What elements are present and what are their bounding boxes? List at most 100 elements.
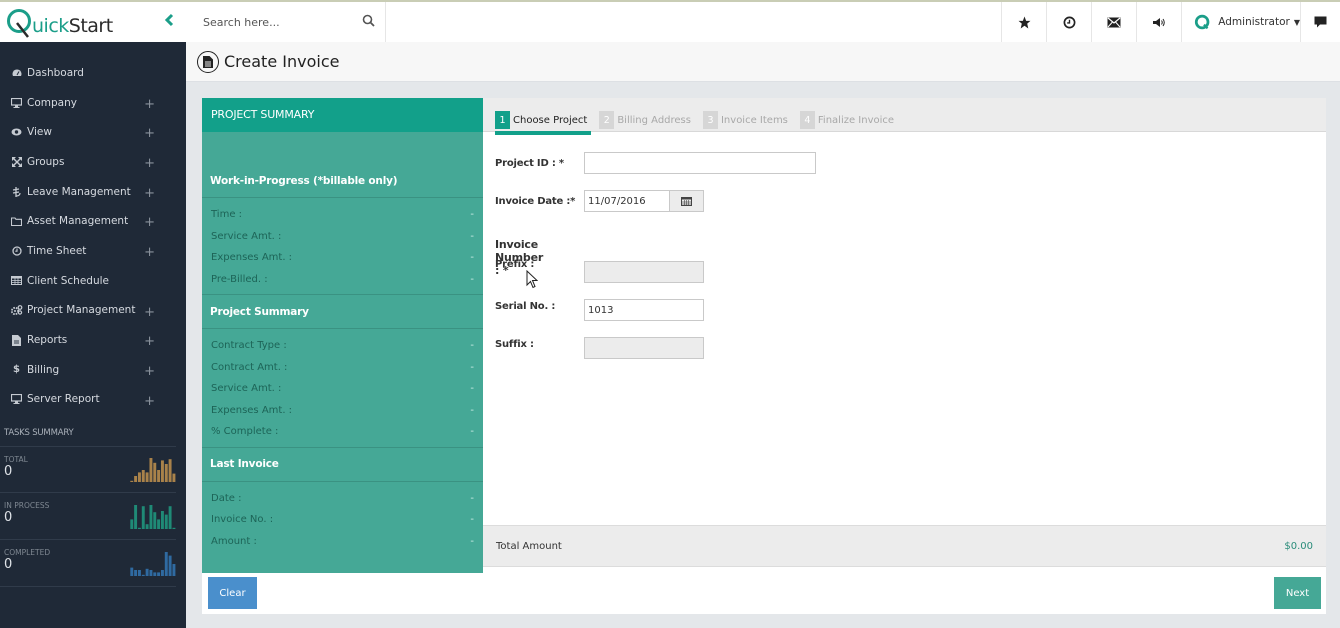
sidebar-item-label: Leave Management [27,185,131,198]
summary-section-rows: Date : - Invoice No. : - Amount : - [202,482,483,557]
sidebar-item-label: Project Management [27,304,136,317]
step-label: Invoice Items [720,114,788,126]
sidebar-item-asset-management[interactable]: Asset Management + [0,206,186,236]
sparkline-bar [157,470,161,483]
search-box [186,2,386,42]
expand-plus-icon[interactable]: + [144,334,155,349]
summary-row-value: - [470,404,474,416]
sidebar-item-reports[interactable]: Reports + [0,325,186,355]
next-button[interactable]: Next [1274,577,1321,609]
expand-plus-icon[interactable]: + [144,186,155,201]
sidebar-item-label: View [27,126,52,139]
summary-row: Time : - [202,204,483,226]
step-number: 3 [702,111,718,129]
wizard-step-choose-project[interactable]: 1 Choose Project [495,111,592,135]
star-icon [1018,16,1030,28]
sidebar-collapse-button[interactable] [164,12,174,31]
sparkline-bar [172,473,176,483]
sidebar-item-view[interactable]: View + [0,117,186,147]
sparkline-bar [164,464,168,483]
sidebar-item-client-schedule[interactable]: Client Schedule [0,266,186,296]
logo-text-dark: Start [68,15,113,37]
summary-section-rows: Time : - Service Amt. : - Expenses Amt. : - Pr… [202,198,483,295]
wizard-step-invoice-items[interactable]: 3 Invoice Items [702,111,788,129]
sidebar-item-label: Company [27,96,77,109]
sidebar-item-project-management[interactable]: Project Management + [0,296,186,326]
messages-button[interactable] [1091,2,1136,42]
history-button[interactable] [1046,2,1091,42]
sparkline-bar [137,528,141,530]
sidebar-item-server-report[interactable]: Server Report + [0,385,186,415]
task-summary-in-process: IN PROCESS 0 [0,493,176,541]
sidebar-item-label: Reports [27,334,68,347]
sidebar-item-groups[interactable]: Groups + [0,147,186,177]
summary-row: Service Amt. : - [202,378,483,400]
wizard-step-billing-address[interactable]: 2 Billing Address [599,111,691,129]
expand-plus-icon[interactable]: + [144,156,155,171]
expand-plus-icon[interactable]: + [144,97,155,112]
sidebar-item-time-sheet[interactable]: Time Sheet + [0,236,186,266]
total-amount-label: Total Amount [496,540,562,552]
task-summary-completed: COMPLETED 0 [0,540,176,588]
user-menu[interactable]: Administrator ▼ [1181,2,1300,42]
expand-plus-icon[interactable]: + [144,215,155,230]
summary-row: Contract Amt. : - [202,357,483,379]
expand-plus-icon[interactable]: + [144,364,155,379]
project-summary-panel: PROJECT SUMMARY Work-in-Progress (*billa… [202,98,483,573]
sparkline-bar [153,463,157,483]
logo[interactable]: uickStart [6,5,113,39]
sidebar-item-dashboard[interactable]: Dashboard [0,58,186,88]
expand-plus-icon[interactable]: + [144,126,155,141]
date-picker-button[interactable] [670,190,704,212]
search-input[interactable] [203,15,353,29]
summary-row: % Complete : - [202,421,483,443]
clock-icon [1063,16,1075,28]
sidebar-nav: Dashboard Company + View + Groups + Leave Manag… [0,42,186,414]
table-icon [10,276,23,286]
sparkline-bar [172,564,176,577]
search-icon[interactable] [362,14,375,30]
summary-row: Amount : - [202,531,483,553]
serial-no-input[interactable] [584,299,704,321]
suffix-input[interactable] [584,337,704,359]
logo-area: uickStart [0,2,186,42]
sparkline-bar [153,572,157,577]
step-number: 2 [599,111,615,129]
file-icon [10,334,23,346]
prefix-input[interactable] [584,261,704,283]
clear-button[interactable]: Clear [208,577,257,609]
expand-plus-icon[interactable]: + [144,245,155,260]
task-summary-total: TOTAL 0 [0,446,176,494]
chat-button[interactable] [1300,2,1340,42]
announcements-button[interactable] [1136,2,1181,42]
suffix-label: Suffix : [495,339,534,350]
sparkline-bar [168,555,172,577]
step-label: Choose Project [513,114,588,126]
expand-plus-icon[interactable]: + [144,394,155,409]
sidebar-item-label: Billing [27,363,60,376]
sparkline-chart [130,458,176,483]
summary-row-value: - [470,230,474,242]
sparkline-bar [137,570,141,577]
sidebar-item-leave-management[interactable]: Leave Management + [0,177,186,207]
invoice-date-input[interactable] [584,190,670,212]
summary-row-label: Expenses Amt. : [211,252,293,264]
step-label: Billing Address [617,114,691,126]
summary-row-label: Invoice No. : [211,514,274,526]
expand-plus-icon[interactable]: + [144,305,155,320]
project-id-input[interactable] [584,152,816,174]
favorites-button[interactable] [1001,2,1046,42]
sparkline-bar [160,460,164,483]
sidebar-item-label: Groups [27,155,65,168]
summary-row-value: - [470,492,474,504]
wizard-step-finalize-invoice[interactable]: 4 Finalize Invoice [799,111,894,129]
sidebar-item-billing[interactable]: $ Billing + [0,355,186,385]
summary-row: Pre-Billed. : - [202,269,483,291]
dashboard-icon [10,68,23,77]
sidebar-item-company[interactable]: Company + [0,88,186,118]
summary-row-value: - [470,340,474,352]
sparkline-bar [168,506,172,530]
chevron-left-icon [164,13,174,27]
total-amount-bar: Total Amount $0.00 [483,525,1326,567]
sparkline-bar [141,506,145,530]
